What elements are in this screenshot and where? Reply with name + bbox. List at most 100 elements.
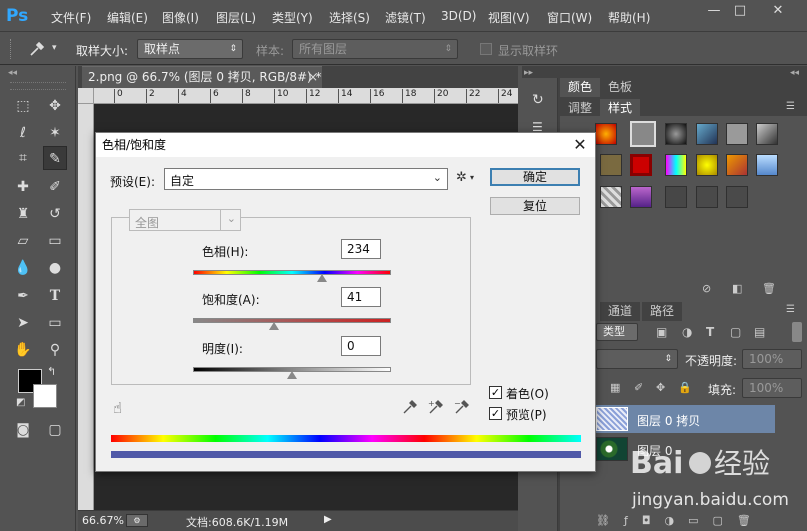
expand-arrows-icon[interactable]: ◂◂: [790, 68, 799, 78]
saturation-slider-thumb[interactable]: [269, 322, 280, 330]
marquee-tool-icon[interactable]: ⬚: [11, 94, 35, 118]
collapse-arrows-icon[interactable]: ▸▸: [524, 68, 533, 78]
style-swatch[interactable]: [600, 154, 622, 176]
style-swatch[interactable]: [665, 154, 687, 176]
preview-checkbox[interactable]: ✓: [489, 407, 502, 420]
menu-window[interactable]: 窗口(W): [547, 9, 592, 26]
background-color-swatch[interactable]: [33, 384, 57, 408]
path-select-tool-icon[interactable]: ➤: [11, 311, 35, 335]
tool-preset-chevron-icon[interactable]: ▾: [52, 43, 57, 53]
brush-tool-icon[interactable]: ✐: [43, 175, 67, 199]
eyedropper-tool-icon[interactable]: ✎: [43, 146, 67, 170]
minimize-button[interactable]: —: [704, 3, 724, 19]
style-swatch[interactable]: [756, 123, 778, 145]
dialog-close-button[interactable]: ✕: [566, 133, 594, 157]
zoom-level[interactable]: 66.67%: [82, 514, 124, 527]
filter-pixel-icon[interactable]: ▣: [656, 325, 667, 339]
filter-smart-icon[interactable]: ▤: [754, 325, 765, 339]
ok-button[interactable]: 确定: [490, 168, 580, 186]
style-swatch[interactable]: [726, 154, 748, 176]
quick-mask-icon[interactable]: ◙: [11, 418, 35, 442]
collapse-arrows-icon[interactable]: ◂◂: [8, 68, 17, 78]
preset-options-gear-icon[interactable]: ✲: [456, 170, 467, 185]
style-swatch[interactable]: [595, 123, 617, 145]
hue-input[interactable]: 234: [341, 239, 381, 259]
hue-slider-thumb[interactable]: [316, 274, 327, 282]
lock-pixels-icon[interactable]: ▦: [610, 381, 620, 394]
preset-select[interactable]: 自定 ⌄: [164, 168, 448, 190]
gradient-tool-icon[interactable]: ▭: [43, 229, 67, 253]
eyedropper-icon[interactable]: [402, 399, 418, 415]
eraser-tool-icon[interactable]: ▱: [11, 229, 35, 253]
saturation-slider-track[interactable]: [193, 318, 391, 323]
status-info-icon[interactable]: ⚙: [126, 514, 148, 527]
eyedropper-plus-icon[interactable]: +: [428, 399, 444, 415]
status-menu-arrow-icon[interactable]: ▶: [324, 514, 332, 525]
menu-type[interactable]: 类型(Y): [272, 9, 313, 26]
rectangle-tool-icon[interactable]: ▭: [43, 311, 67, 335]
sample-size-select[interactable]: 取样点 ⇕: [137, 39, 243, 59]
menu-edit[interactable]: 编辑(E): [107, 9, 148, 26]
opacity-input[interactable]: 100%: [742, 349, 802, 369]
restore-button[interactable]: □: [730, 3, 750, 19]
tab-channels[interactable]: 通道: [600, 302, 641, 321]
menu-3d[interactable]: 3D(D): [441, 9, 476, 23]
lasso-tool-icon[interactable]: ℓ: [11, 121, 35, 145]
default-colors-icon[interactable]: ◩: [16, 397, 25, 408]
menu-select[interactable]: 选择(S): [329, 9, 370, 26]
show-ring-checkbox[interactable]: [480, 43, 492, 55]
saturation-input[interactable]: 41: [341, 287, 381, 307]
tab-color[interactable]: 颜色: [560, 78, 601, 97]
close-window-button[interactable]: ✕: [758, 3, 798, 19]
delete-style-icon[interactable]: 🗑: [762, 282, 776, 295]
hue-slider-track[interactable]: [193, 270, 391, 275]
style-swatch[interactable]: [726, 123, 748, 145]
blend-mode-select[interactable]: ⇕: [596, 349, 678, 369]
filter-shape-icon[interactable]: ▢: [730, 325, 741, 339]
menu-layer[interactable]: 图层(L): [216, 9, 256, 26]
swap-colors-icon[interactable]: ↰: [47, 365, 56, 378]
style-swatch[interactable]: [696, 154, 718, 176]
move-tool-icon[interactable]: ✥: [43, 94, 67, 118]
eyedropper-icon[interactable]: [28, 40, 46, 58]
menu-image[interactable]: 图像(I): [162, 9, 199, 26]
menu-help[interactable]: 帮助(H): [608, 9, 650, 26]
panel-menu-icon[interactable]: ☰: [786, 101, 795, 112]
menu-view[interactable]: 视图(V): [488, 9, 530, 26]
tab-paths[interactable]: 路径: [642, 302, 683, 321]
menu-file[interactable]: 文件(F): [51, 9, 91, 26]
lightness-input[interactable]: 0: [341, 336, 381, 356]
history-brush-tool-icon[interactable]: ↺: [43, 202, 67, 226]
stamp-tool-icon[interactable]: ♜: [11, 202, 35, 226]
menu-filter[interactable]: 滤镜(T): [385, 9, 426, 26]
clear-style-icon[interactable]: ⊘: [702, 282, 711, 295]
targeted-adjust-hand-icon[interactable]: ☝: [113, 399, 122, 417]
crop-tool-icon[interactable]: ⌗: [11, 146, 35, 170]
zoom-tool-icon[interactable]: ⚲: [43, 338, 67, 362]
lock-move-icon[interactable]: ✥: [656, 381, 665, 394]
screen-mode-icon[interactable]: ▢: [43, 418, 67, 442]
style-swatch[interactable]: [726, 186, 748, 208]
type-tool-icon[interactable]: T: [43, 284, 67, 308]
panel-menu-icon[interactable]: ☰: [786, 304, 795, 315]
lightness-slider-thumb[interactable]: [287, 371, 297, 379]
document-tab[interactable]: 2.png @ 66.7% (图层 0 拷贝, RGB/8#) * ×: [82, 66, 322, 88]
ruler-origin[interactable]: [78, 88, 94, 104]
sample-select[interactable]: 所有图层 ⇕: [292, 39, 458, 59]
eyedropper-minus-icon[interactable]: −: [454, 399, 470, 415]
magic-wand-tool-icon[interactable]: ✶: [43, 121, 67, 145]
style-swatch[interactable]: [630, 154, 652, 176]
style-swatch[interactable]: [600, 186, 622, 208]
channel-select[interactable]: 全图 ⌄: [129, 209, 241, 231]
layer-filter-select[interactable]: 类型: [596, 323, 638, 341]
filter-type-icon[interactable]: T: [706, 325, 714, 339]
close-tab-icon[interactable]: ×: [308, 67, 318, 88]
style-swatch[interactable]: [630, 186, 652, 208]
filter-adjustment-icon[interactable]: ◑: [682, 325, 692, 339]
layer-name[interactable]: 图层 0 拷贝: [637, 412, 700, 429]
healing-brush-tool-icon[interactable]: ✚: [11, 175, 35, 199]
style-swatch[interactable]: [696, 123, 718, 145]
blur-tool-icon[interactable]: 💧: [11, 256, 35, 280]
dodge-tool-icon[interactable]: ●: [43, 256, 67, 280]
pen-tool-icon[interactable]: ✒: [11, 284, 35, 308]
